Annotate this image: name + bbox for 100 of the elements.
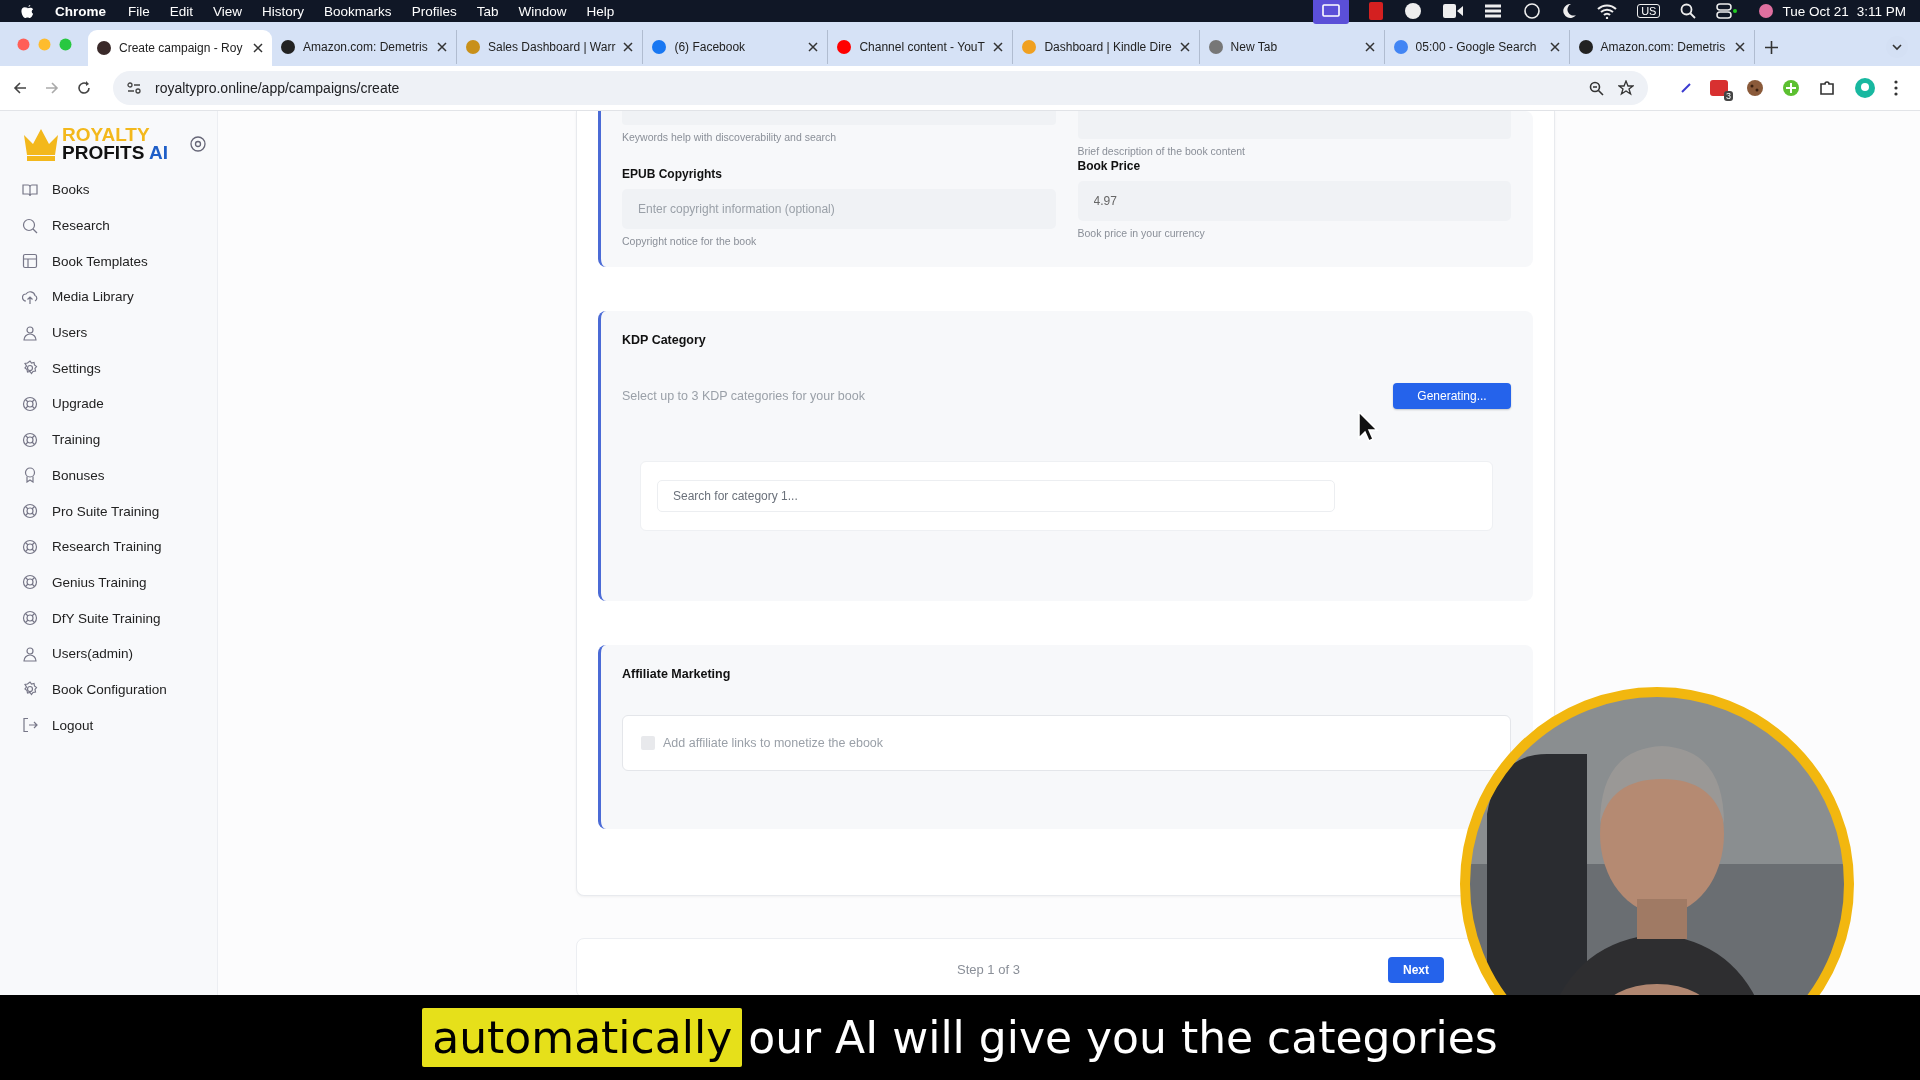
- control-center-icon[interactable]: [1716, 3, 1739, 19]
- field-hint: Copyright notice for the book: [622, 235, 758, 247]
- field-hint: Book price in your currency: [1077, 227, 1206, 239]
- site-icon: [466, 40, 480, 54]
- close-tab-icon[interactable]: [1179, 42, 1190, 52]
- extension-icon[interactable]: [1710, 80, 1728, 96]
- description-field[interactable]: [1077, 111, 1511, 139]
- browser-tab[interactable]: Channel content - YouT: [828, 30, 1014, 64]
- input-source-indicator[interactable]: US: [1637, 4, 1661, 18]
- lifebuoy-icon: [22, 503, 38, 520]
- site-icon: [1208, 40, 1223, 54]
- browser-tab[interactable]: Sales Dashboard | Warr: [457, 30, 644, 64]
- nav-item[interactable]: Settings: [22, 350, 217, 387]
- nav-item[interactable]: Books: [22, 172, 217, 208]
- close-tab-icon[interactable]: [437, 42, 447, 52]
- menu-bar-date[interactable]: Tue Oct 21: [1782, 3, 1849, 19]
- close-tab-icon[interactable]: [1364, 42, 1375, 52]
- lifebuoy-icon: [22, 574, 38, 591]
- more-menu-icon[interactable]: [1894, 80, 1898, 96]
- nav-item[interactable]: Media Library: [22, 279, 217, 315]
- back-icon[interactable]: [13, 81, 27, 95]
- close-tab-icon[interactable]: [808, 42, 819, 52]
- address-field[interactable]: royaltypro.online/app/campaigns/create: [113, 71, 1648, 105]
- layout-icon: [22, 253, 38, 270]
- menu-bar-time[interactable]: 3:11 PM: [1856, 3, 1906, 19]
- keywords-field[interactable]: [622, 111, 1056, 125]
- siri-icon[interactable]: [1758, 3, 1775, 19]
- mouse-pointer-icon: [1358, 411, 1380, 443]
- menu-item[interactable]: Bookmarks: [324, 3, 392, 19]
- wifi-icon[interactable]: [1597, 3, 1618, 19]
- book-icon: [22, 181, 38, 198]
- new-tab-icon[interactable]: [1764, 41, 1778, 54]
- menu-item[interactable]: Tab: [476, 3, 499, 19]
- puzzle-icon[interactable]: [1818, 79, 1836, 97]
- menu-item[interactable]: History: [262, 3, 305, 19]
- nav-item[interactable]: Users(admin): [22, 635, 217, 672]
- section-description: Select up to 3 KDP categories for your book: [622, 389, 865, 403]
- site-icon: [97, 41, 111, 55]
- cookie-icon[interactable]: [1746, 79, 1764, 97]
- browser-tab[interactable]: New Tab: [1199, 30, 1385, 64]
- nav-item[interactable]: Research Training: [22, 528, 217, 565]
- field-hint: Keywords help with discoverability and search: [622, 131, 838, 143]
- site-icon: [837, 40, 852, 54]
- nav-item[interactable]: DfY Suite Training: [22, 600, 217, 636]
- generating-button[interactable]: Generating...: [1393, 383, 1511, 409]
- menu-item[interactable]: View: [213, 3, 243, 19]
- browser-tab[interactable]: Amazon.com: Demetris: [272, 30, 457, 64]
- input-field[interactable]: 4.97: [1077, 181, 1511, 221]
- star-icon[interactable]: [1618, 80, 1634, 96]
- apple-icon[interactable]: [20, 2, 35, 20]
- nav-item[interactable]: Logout: [22, 707, 217, 743]
- category-search-field[interactable]: Search for category 1...: [657, 480, 1335, 512]
- site-settings-icon[interactable]: [127, 82, 141, 94]
- input-field[interactable]: Enter copyright information (optional): [622, 189, 1056, 229]
- target-icon[interactable]: [189, 136, 206, 152]
- search-icon[interactable]: [1680, 3, 1697, 19]
- screen-share-icon[interactable]: [1313, 0, 1350, 24]
- menu-item[interactable]: File: [128, 3, 150, 19]
- app-menu[interactable]: Chrome: [55, 3, 106, 19]
- menu-item[interactable]: Help: [586, 3, 615, 19]
- lifebuoy-icon: [22, 395, 38, 412]
- app-logo[interactable]: ROYALTY PROFITS AI: [22, 126, 168, 162]
- browser-tab[interactable]: Create campaign - Roy: [88, 30, 272, 66]
- nav-item[interactable]: Training: [22, 421, 217, 458]
- lifebuoy-icon: [22, 610, 38, 627]
- site-icon: [281, 40, 295, 54]
- step-indicator: Step 1 of 3: [957, 962, 1020, 977]
- section-title: KDP Category: [622, 333, 707, 347]
- browser-tab[interactable]: (6) Facebook: [643, 30, 829, 64]
- zoom-icon[interactable]: [1589, 80, 1604, 96]
- browser-tab[interactable]: Amazon.com: Demetris: [1569, 30, 1755, 64]
- pen-icon[interactable]: [1680, 82, 1692, 94]
- nav-item[interactable]: Users: [22, 314, 217, 351]
- nav-item[interactable]: Bonuses: [22, 457, 217, 494]
- menu-item[interactable]: Window: [518, 3, 567, 19]
- nav-item[interactable]: Upgrade: [22, 386, 217, 422]
- lifebuoy-icon: [22, 538, 38, 555]
- video-camera-icon[interactable]: [1443, 4, 1464, 18]
- nav-item[interactable]: Research: [22, 207, 217, 244]
- moon-icon[interactable]: [1561, 3, 1578, 19]
- nav-item[interactable]: Book Configuration: [22, 671, 217, 708]
- site-icon: [1022, 40, 1037, 54]
- reload-icon[interactable]: [77, 81, 91, 95]
- close-tab-icon[interactable]: [253, 43, 263, 53]
- highlighted-word: automatically: [422, 1008, 743, 1067]
- browser-tab[interactable]: 05:00 - Google Search: [1384, 30, 1570, 64]
- menu-item[interactable]: Edit: [169, 3, 194, 19]
- close-tab-icon[interactable]: [993, 42, 1004, 52]
- next-button[interactable]: Next: [1388, 957, 1444, 983]
- close-tab-icon[interactable]: [623, 42, 634, 52]
- search-icon: [22, 217, 38, 234]
- nav-item[interactable]: Genius Training: [22, 564, 217, 601]
- nav-item[interactable]: Book Templates: [22, 243, 217, 280]
- nav-item[interactable]: Pro Suite Training: [22, 493, 217, 529]
- menu-item[interactable]: Profiles: [411, 3, 457, 19]
- browser-tab[interactable]: Dashboard | Kindle Dire: [1013, 30, 1200, 64]
- lifebuoy-icon: [22, 431, 38, 448]
- record-icon[interactable]: [1369, 2, 1384, 20]
- close-tab-icon[interactable]: [1549, 42, 1560, 52]
- close-tab-icon[interactable]: [1734, 42, 1745, 52]
